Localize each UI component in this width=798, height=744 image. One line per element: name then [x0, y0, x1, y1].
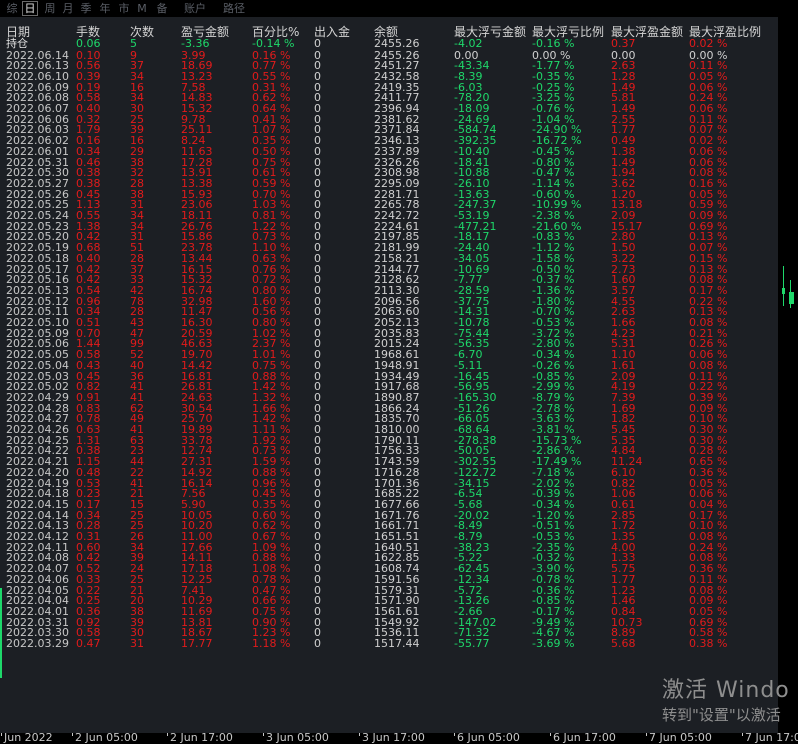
axis-label: 6 Jun 17:00 [553, 731, 616, 744]
tab-7[interactable]: M [134, 1, 150, 16]
tab-5[interactable]: 年 [96, 1, 114, 16]
cell-pnl: -3.36 [181, 36, 210, 50]
axis-tick [742, 733, 743, 736]
table-row[interactable]: 2022.06.01 0.34 29 11.63 0.50 % 0 2337.89 -10.4… [0, 146, 778, 157]
cell-lots: 0.06 [76, 36, 101, 50]
table-row[interactable]: 2022.05.18 0.40 28 13.44 0.63 % 0 2158.21 -34.0… [0, 253, 778, 264]
tab-6[interactable]: 市 [116, 1, 132, 16]
windows-activation-hint: 转到"设置"以激活 [662, 706, 781, 724]
cell-max-float-loss: -4.02 [454, 36, 483, 50]
cell-balance: 1517.44 [374, 637, 420, 650]
table-row[interactable]: 2022.06.10 0.39 34 13.23 0.55 % 0 2432.58 -8.39… [0, 71, 778, 82]
candle-wick [783, 266, 784, 306]
table-row[interactable]: 2022.04.15 0.17 15 5.90 0.35 % 0 1677.66 -5.68-… [0, 499, 778, 510]
candle-body [789, 292, 794, 304]
tab-2[interactable]: 周 [42, 1, 58, 16]
chart-bar-left [0, 588, 2, 678]
cell-max-float-profit-pct: 0.38 % [689, 637, 728, 650]
table-row[interactable]: 2022.04.01 0.36 38 11.69 0.75 % 0 1561.61 -2.66… [0, 606, 778, 617]
tab-8[interactable]: 备 [154, 1, 170, 16]
tab-9[interactable]: 账户 [177, 1, 213, 16]
axis-label: 3 Jun 17:00 [362, 731, 425, 744]
cell-count: 5 [130, 36, 137, 50]
table-row[interactable]: 2022.04.20 0.48 22 14.92 0.88 % 0 1716.28 -122.… [0, 467, 778, 478]
cell-date: 持仓 [6, 36, 28, 50]
axis-tick [454, 733, 455, 736]
axis-tick [167, 733, 168, 736]
axis-label: Jun 2022 [4, 731, 53, 744]
axis-tick [646, 733, 647, 736]
cell-date: 2022.03.29 [6, 637, 69, 650]
tab-1[interactable]: 日 [22, 1, 38, 16]
table-row[interactable]: 2022.04.06 0.33 25 12.25 0.78 % 0 1591.56 -12.3… [0, 574, 778, 585]
cell-max-float-loss-pct: -0.16 % [532, 36, 575, 50]
chart-edge [778, 0, 798, 733]
cell-count: 31 [130, 637, 144, 650]
axis-tick [263, 733, 264, 736]
windows-activation-title: 激活 Windo [662, 678, 790, 703]
axis-label: 3 Jun 05:00 [266, 731, 329, 744]
axis-tick [550, 733, 551, 736]
table-row[interactable]: 2022.04.29 0.91 41 24.63 1.32 % 0 1890.87 -165.… [0, 392, 778, 403]
axis-tick [72, 733, 73, 736]
axis-label: 7 Jun 05:00 [649, 731, 712, 744]
cell-pct: 1.18 % [252, 637, 291, 650]
axis-label: 7 Jun 17:00 [745, 731, 798, 744]
tab-4[interactable]: 季 [78, 1, 94, 16]
table-row[interactable]: 2022.05.13 0.54 42 16.74 0.80 % 0 2113.30 -28.5… [0, 285, 778, 296]
daily-report-panel: 日期 手数 次数 盈亏金额 百分比% 出入金 余额 最大浮亏金额 最大浮亏比例 最大浮盈金额 最大浮… [0, 17, 778, 733]
cell-cashflow: 0 [314, 637, 321, 650]
candle-body [782, 288, 785, 294]
holding-row: 持仓 0.06 5 -3.36 -0.14 % 0 2455.26 -4.02 -0.16 % 0… [0, 38, 778, 49]
cell-max-float-profit: 0.37 [611, 36, 636, 50]
tab-0[interactable]: 综 [4, 1, 20, 16]
cell-max-float-loss: -55.77 [454, 637, 490, 650]
table-row[interactable]: 2022.03.29 0.47 31 17.77 1.18 % 0 1517.44 -55.7… [0, 638, 778, 649]
table-row[interactable]: 2022.05.27 0.38 28 13.38 0.59 % 0 2295.09 -26.1… [0, 178, 778, 189]
table-row[interactable]: 2022.05.04 0.43 40 14.42 0.75 % 0 1948.91 -5.11… [0, 360, 778, 371]
cell-max-float-profit-pct: 0.02 % [689, 36, 728, 50]
time-axis: Jun 2022 2 Jun 05:00 2 Jun 17:00 3 Jun 05:0… [0, 731, 798, 744]
axis-label: 6 Jun 05:00 [457, 731, 520, 744]
cell-pnl: 17.77 [181, 637, 213, 650]
tab-3[interactable]: 月 [60, 1, 76, 16]
cell-max-float-profit: 5.68 [611, 637, 636, 650]
period-tab-bar: 综日周月季年市 M 备账户 路径 [0, 0, 262, 17]
cell-max-float-loss-pct: -3.69 % [532, 637, 575, 650]
axis-label: 2 Jun 05:00 [75, 731, 138, 744]
cell-lots: 0.47 [76, 637, 101, 650]
cell-pct: -0.14 % [252, 36, 295, 50]
axis-label: 2 Jun 17:00 [170, 731, 233, 744]
cell-cashflow: 0 [314, 36, 321, 50]
axis-tick [359, 733, 360, 736]
cell-balance: 2455.26 [374, 36, 420, 50]
axis-tick [1, 733, 2, 736]
tab-10[interactable]: 路径 [216, 1, 252, 16]
